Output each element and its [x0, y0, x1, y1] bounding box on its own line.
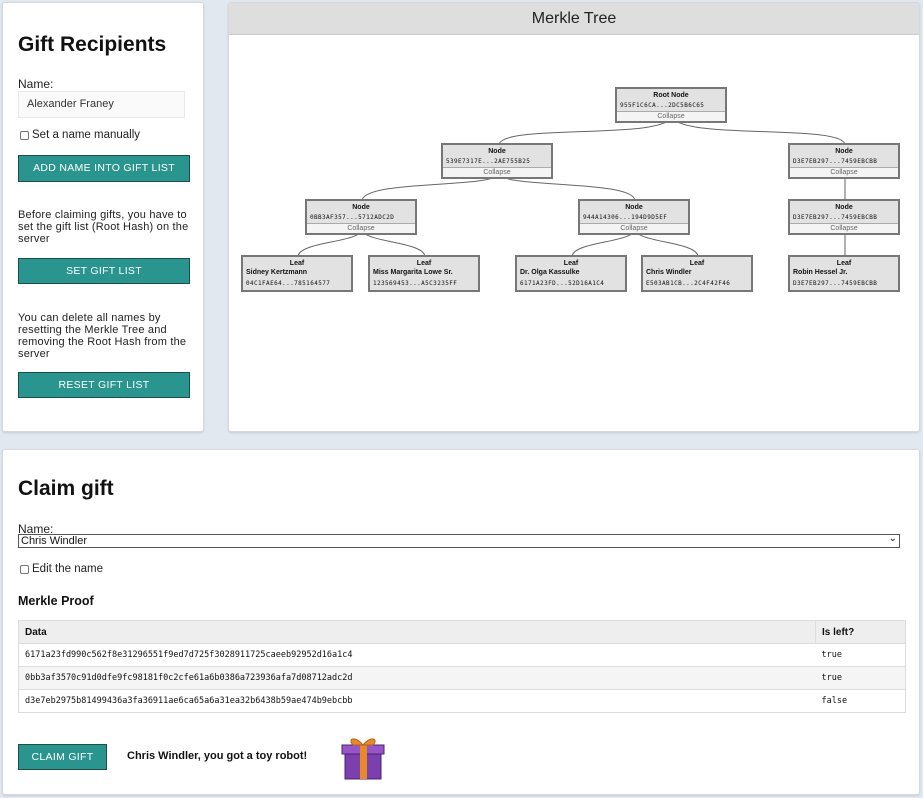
- leaf-title: Leaf: [689, 260, 705, 267]
- collapse-button[interactable]: Collapse: [580, 223, 688, 233]
- reset-gift-list-button[interactable]: RESET GIFT LIST: [18, 372, 190, 398]
- node-hash: 539E7317E...2AE755B25: [446, 158, 531, 165]
- tree-leaf[interactable]: Leaf Dr. Olga Kassulke 6171A23FD...52D16…: [515, 255, 627, 292]
- tree-node[interactable]: Node 0BB3AF357...5712ADC2D Collapse: [305, 199, 417, 235]
- leaf-hash: D3E7EB297...7459EBCBB: [793, 280, 878, 287]
- gift-recipients-panel: Gift Recipients Name: Alexander Franey S…: [2, 2, 204, 432]
- tree-leaf[interactable]: Leaf Miss Margarita Lowe Sr. 123569453..…: [368, 255, 480, 292]
- set-name-manually-checkbox[interactable]: Set a name manually: [20, 129, 140, 141]
- collapse-button[interactable]: Collapse: [443, 167, 551, 177]
- claim-result-message: Chris Windler, you got a toy robot!: [127, 750, 308, 762]
- merkle-proof-title: Merkle Proof: [18, 594, 94, 608]
- chevron-down-icon: ⌄: [888, 533, 897, 544]
- leaf-title: Leaf: [416, 260, 432, 267]
- column-header-is-left: Is left?: [815, 620, 906, 644]
- tree-node-root[interactable]: Root Node 955F1C6CA...2DC5B6C65 Collapse: [615, 87, 727, 123]
- collapse-button[interactable]: Collapse: [790, 167, 898, 177]
- node-title: Node: [625, 204, 643, 211]
- panel-title: Gift Recipients: [18, 33, 167, 56]
- leaf-title: Leaf: [289, 260, 305, 267]
- proof-is-left-cell: false: [815, 689, 906, 713]
- leaf-name: Sidney Kertzmann: [246, 269, 308, 276]
- proof-is-left-cell: true: [815, 666, 906, 690]
- name-input[interactable]: Alexander Franey: [18, 91, 185, 118]
- leaf-name: Robin Hessel Jr.: [793, 269, 848, 276]
- leaf-hash: 123569453...A5C3235FF: [373, 280, 458, 287]
- node-hash: D3E7EB297...7459EBCBB: [793, 158, 878, 165]
- tree-leaf[interactable]: Leaf Sidney Kertzmann 04C1FAE64...785164…: [241, 255, 353, 292]
- reset-info: You can delete all names by resetting th…: [18, 312, 187, 360]
- merkle-tree-panel: Merkle Tree Root Node 955F1C6CA...2DC5B6…: [228, 2, 920, 432]
- leaf-name: Miss Margarita Lowe Sr.: [373, 269, 453, 276]
- set-gift-list-button[interactable]: SET GIFT LIST: [18, 258, 190, 284]
- node-title: Node: [835, 148, 853, 155]
- tree-node[interactable]: Node D3E7EB297...7459EBCBB Collapse: [788, 143, 900, 179]
- proof-data-cell: 6171a23fd990c562f8e31296551f9ed7d725f302…: [18, 643, 816, 667]
- tree-node[interactable]: Node 944A14306...194D9D5EF Collapse: [578, 199, 690, 235]
- name-select[interactable]: Chris Windler ⌄: [18, 533, 900, 548]
- node-title: Node: [352, 204, 370, 211]
- node-hash: D3E7EB297...7459EBCBB: [793, 214, 878, 221]
- proof-is-left-cell: true: [815, 643, 906, 667]
- collapse-button[interactable]: Collapse: [790, 223, 898, 233]
- column-header-data: Data: [18, 620, 816, 644]
- claim-gift-panel: Claim gift Name: Chris Windler ⌄ Edit th…: [2, 449, 920, 795]
- leaf-title: Leaf: [836, 260, 852, 267]
- checkbox-box[interactable]: [20, 564, 29, 574]
- checkbox-box[interactable]: [20, 130, 29, 140]
- node-hash: 0BB3AF357...5712ADC2D: [310, 214, 395, 221]
- collapse-button[interactable]: Collapse: [307, 223, 415, 233]
- leaf-name: Chris Windler: [646, 269, 692, 276]
- tree-node[interactable]: Node D3E7EB297...7459EBCBB Collapse: [788, 199, 900, 235]
- selected-name: Chris Windler: [21, 535, 88, 547]
- node-hash: 955F1C6CA...2DC5B6C65: [620, 102, 705, 109]
- claim-gift-button[interactable]: CLAIM GIFT: [18, 744, 107, 770]
- add-name-button[interactable]: ADD NAME INTO GIFT LIST: [18, 155, 190, 182]
- tree-node[interactable]: Node 539E7317E...2AE755B25 Collapse: [441, 143, 553, 179]
- gift-box-icon: [341, 738, 385, 780]
- merkle-proof-table: Data Is left? 6171a23fd990c562f8e3129655…: [18, 620, 906, 713]
- tree-leaf[interactable]: Leaf Robin Hessel Jr. D3E7EB297...7459EB…: [788, 255, 900, 292]
- checkbox-label: Set a name manually: [32, 129, 141, 141]
- proof-data-cell: d3e7eb2975b81499436a3fa36911ae6ca65a6a31…: [18, 689, 816, 713]
- leaf-hash: 6171A23FD...52D16A1C4: [520, 280, 605, 287]
- set-gift-list-info: Before claiming gifts, you have to set t…: [18, 209, 189, 245]
- proof-data-cell: 0bb3af3570c91d0dfe9fc98181f0c2cfe61a6b03…: [18, 666, 816, 690]
- node-title: Node: [488, 148, 506, 155]
- leaf-hash: 04C1FAE64...785164577: [246, 280, 331, 287]
- tree-leaf[interactable]: Leaf Chris Windler E503AB1CB...2C4F42F46: [641, 255, 753, 292]
- leaf-title: Leaf: [563, 260, 579, 267]
- leaf-name: Dr. Olga Kassulke: [520, 269, 580, 276]
- checkbox-label: Edit the name: [32, 563, 103, 575]
- collapse-button[interactable]: Collapse: [617, 111, 725, 121]
- table-row: 6171a23fd990c562f8e31296551f9ed7d725f302…: [18, 643, 906, 667]
- node-title: Root Node: [653, 92, 689, 99]
- edit-name-checkbox[interactable]: Edit the name: [20, 563, 103, 575]
- node-title: Node: [835, 204, 853, 211]
- table-row: 0bb3af3570c91d0dfe9fc98181f0c2cfe61a6b03…: [18, 666, 906, 690]
- leaf-hash: E503AB1CB...2C4F42F46: [646, 280, 731, 287]
- table-row: d3e7eb2975b81499436a3fa36911ae6ca65a6a31…: [18, 689, 906, 713]
- node-hash: 944A14306...194D9D5EF: [583, 214, 668, 221]
- claim-title: Claim gift: [18, 477, 114, 500]
- name-label: Name:: [18, 77, 54, 91]
